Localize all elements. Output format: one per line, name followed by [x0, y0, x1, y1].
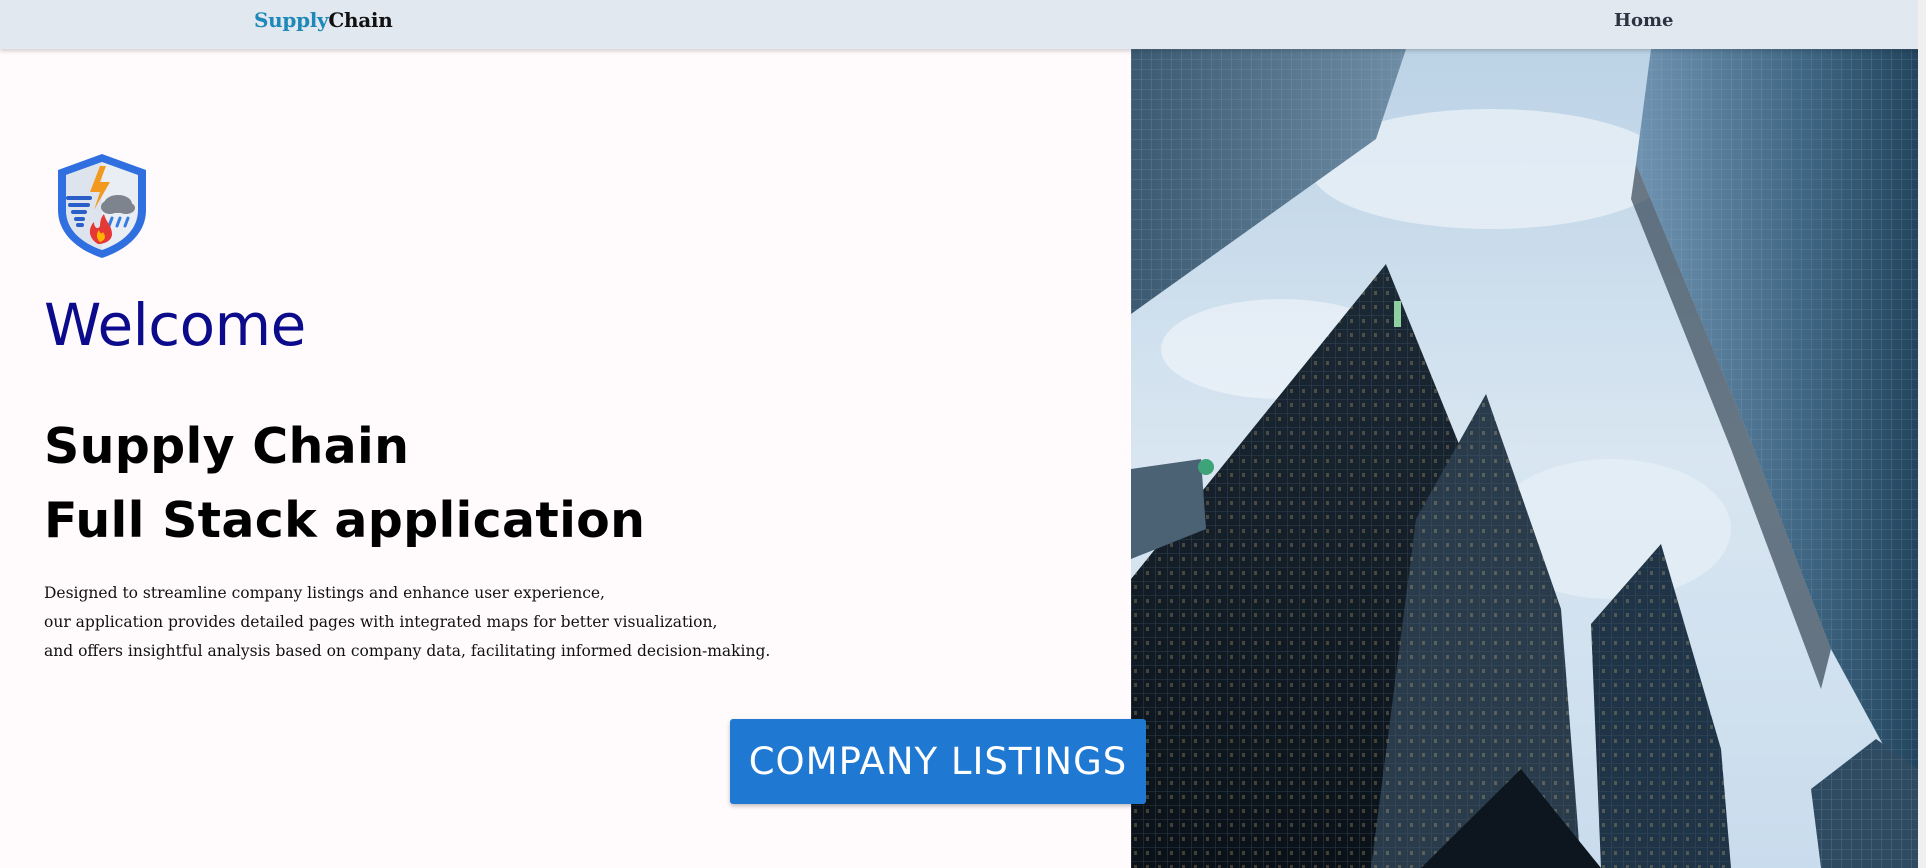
shield-weather-hazard-icon — [54, 152, 150, 260]
shield-logo-svg — [58, 154, 146, 258]
headline-line-1: Supply Chain — [44, 418, 410, 475]
skyscrapers-hero-image — [1131, 49, 1918, 868]
brand-part-chain: Chain — [328, 8, 393, 32]
nav-link-home[interactable]: Home — [1614, 10, 1674, 31]
headline-line-2: Full Stack application — [44, 492, 646, 549]
description-line-3: and offers insightful analysis based on … — [44, 642, 771, 660]
welcome-heading: Welcome — [44, 291, 306, 359]
description-line-1: Designed to streamline company listings … — [44, 584, 605, 602]
description-line-2: our application provides detailed pages … — [44, 613, 718, 631]
app-description: Designed to streamline company listings … — [44, 579, 770, 666]
page-scrollbar[interactable] — [1918, 0, 1926, 868]
app-headline: Supply Chain Full Stack application — [44, 410, 645, 558]
company-listings-button[interactable]: COMPANY LISTINGS — [730, 719, 1146, 804]
brand-part-supply: Supply — [254, 8, 329, 32]
brand-logo-text[interactable]: SupplyChain — [254, 8, 393, 32]
top-navbar: SupplyChain Home — [0, 0, 1926, 49]
skyscrapers-illustration — [1131, 49, 1918, 868]
